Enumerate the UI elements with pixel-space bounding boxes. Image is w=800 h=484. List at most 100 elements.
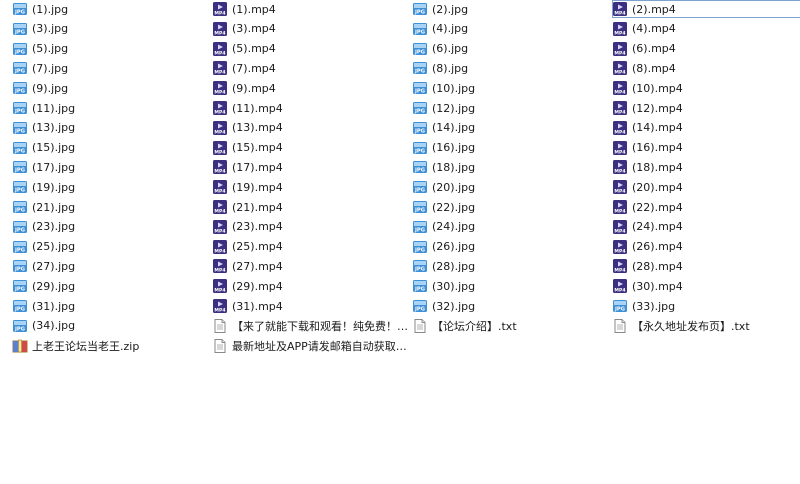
file-item-mp4[interactable]: MP4 (26).mp4: [612, 238, 800, 256]
file-item-mp4[interactable]: MP4 (2).mp4: [612, 0, 800, 18]
file-item-jpg[interactable]: JPG (8).jpg: [412, 59, 608, 77]
file-item-jpg[interactable]: JPG (25).jpg: [12, 238, 208, 256]
file-item-mp4[interactable]: MP4 (17).mp4: [212, 158, 408, 176]
jpg-file-icon: JPG: [412, 298, 428, 314]
file-item-mp4[interactable]: MP4 (5).mp4: [212, 40, 408, 58]
file-item-jpg[interactable]: JPG (20).jpg: [412, 178, 608, 196]
file-item-jpg[interactable]: JPG (17).jpg: [12, 158, 208, 176]
file-item-jpg[interactable]: JPG (13).jpg: [12, 119, 208, 137]
file-item-mp4[interactable]: MP4 (29).mp4: [212, 277, 408, 295]
jpg-file-icon: JPG: [412, 239, 428, 255]
file-item-jpg[interactable]: JPG (18).jpg: [412, 158, 608, 176]
file-item-mp4[interactable]: MP4 (22).mp4: [612, 198, 800, 216]
file-item-jpg[interactable]: JPG (7).jpg: [12, 59, 208, 77]
svg-text:JPG: JPG: [414, 187, 425, 193]
file-item-mp4[interactable]: MP4 (21).mp4: [212, 198, 408, 216]
jpg-file-icon: JPG: [412, 258, 428, 274]
file-item-jpg[interactable]: JPG (31).jpg: [12, 297, 208, 315]
file-item-mp4[interactable]: MP4 (4).mp4: [612, 20, 800, 38]
file-item-mp4[interactable]: MP4 (23).mp4: [212, 218, 408, 236]
file-item-jpg[interactable]: JPG (16).jpg: [412, 139, 608, 157]
file-item-jpg[interactable]: JPG (14).jpg: [412, 119, 608, 137]
file-name: (17).mp4: [232, 160, 283, 174]
file-item-jpg[interactable]: JPG (1).jpg: [12, 0, 208, 18]
file-item-jpg[interactable]: JPG (19).jpg: [12, 178, 208, 196]
file-item-txt[interactable]: 【来了就能下载和观看！纯免费！】...: [212, 317, 408, 335]
file-item-mp4[interactable]: MP4 (24).mp4: [612, 218, 800, 236]
file-item-mp4[interactable]: MP4 (14).mp4: [612, 119, 800, 137]
file-item-mp4[interactable]: MP4 (15).mp4: [212, 139, 408, 157]
file-item-jpg[interactable]: JPG (11).jpg: [12, 99, 208, 117]
svg-text:MP4: MP4: [214, 30, 225, 36]
file-item-jpg[interactable]: JPG (28).jpg: [412, 257, 608, 275]
file-item-txt[interactable]: 【论坛介绍】.txt: [412, 317, 608, 335]
file-item-mp4[interactable]: MP4 (27).mp4: [212, 257, 408, 275]
file-item-jpg[interactable]: JPG (15).jpg: [12, 139, 208, 157]
file-item-mp4[interactable]: MP4 (31).mp4: [212, 297, 408, 315]
file-item-jpg[interactable]: JPG (3).jpg: [12, 20, 208, 38]
file-item-mp4[interactable]: MP4 (25).mp4: [212, 238, 408, 256]
file-item-mp4[interactable]: MP4 (10).mp4: [612, 79, 800, 97]
file-item-jpg[interactable]: JPG (22).jpg: [412, 198, 608, 216]
file-item-jpg[interactable]: JPG (33).jpg: [612, 297, 800, 315]
file-name: (13).jpg: [32, 121, 76, 135]
file-item-jpg[interactable]: JPG (9).jpg: [12, 79, 208, 97]
file-item-txt[interactable]: 【永久地址发布页】.txt: [612, 317, 800, 335]
file-name: (1).mp4: [232, 2, 276, 16]
svg-text:MP4: MP4: [614, 288, 625, 294]
file-item-mp4[interactable]: MP4 (6).mp4: [612, 40, 800, 58]
file-item-jpg[interactable]: JPG (24).jpg: [412, 218, 608, 236]
file-item-mp4[interactable]: MP4 (12).mp4: [612, 99, 800, 117]
file-item-mp4[interactable]: MP4 (9).mp4: [212, 79, 408, 97]
svg-text:JPG: JPG: [14, 69, 25, 75]
file-item-mp4[interactable]: MP4 (11).mp4: [212, 99, 408, 117]
file-name: (29).mp4: [232, 279, 283, 293]
file-item-jpg[interactable]: JPG (23).jpg: [12, 218, 208, 236]
file-item-jpg[interactable]: JPG (32).jpg: [412, 297, 608, 315]
file-name: 【论坛介绍】.txt: [432, 319, 517, 333]
file-item-mp4[interactable]: MP4 (8).mp4: [612, 59, 800, 77]
file-item-mp4[interactable]: MP4 (3).mp4: [212, 20, 408, 38]
file-item-jpg[interactable]: JPG (21).jpg: [12, 198, 208, 216]
file-item-jpg[interactable]: JPG (10).jpg: [412, 79, 608, 97]
jpg-file-icon: JPG: [12, 179, 28, 195]
file-item-zip[interactable]: 上老王论坛当老王.zip: [12, 337, 208, 355]
file-item-mp4[interactable]: MP4 (7).mp4: [212, 59, 408, 77]
file-item-mp4[interactable]: MP4 (13).mp4: [212, 119, 408, 137]
file-name: (23).jpg: [32, 220, 76, 234]
file-item-jpg[interactable]: JPG (4).jpg: [412, 20, 608, 38]
svg-text:MP4: MP4: [214, 288, 225, 294]
svg-text:MP4: MP4: [214, 129, 225, 135]
file-item-mp4[interactable]: MP4 (20).mp4: [612, 178, 800, 196]
file-item-mp4[interactable]: MP4 (19).mp4: [212, 178, 408, 196]
file-name: (7).mp4: [232, 61, 276, 75]
file-item-mp4[interactable]: MP4 (28).mp4: [612, 257, 800, 275]
file-item-mp4[interactable]: MP4 (16).mp4: [612, 139, 800, 157]
jpg-file-icon: JPG: [412, 179, 428, 195]
svg-text:JPG: JPG: [14, 286, 25, 292]
mp4-video-file-icon: MP4: [212, 199, 228, 215]
text-file-icon: [212, 318, 228, 334]
svg-text:MP4: MP4: [614, 30, 625, 36]
file-item-jpg[interactable]: JPG (27).jpg: [12, 257, 208, 275]
file-item-jpg[interactable]: JPG (5).jpg: [12, 40, 208, 58]
file-item-jpg[interactable]: JPG (2).jpg: [412, 0, 608, 18]
file-name: (27).mp4: [232, 259, 283, 273]
svg-text:MP4: MP4: [214, 110, 225, 116]
file-item-jpg[interactable]: JPG (26).jpg: [412, 238, 608, 256]
file-item-jpg[interactable]: JPG (30).jpg: [412, 277, 608, 295]
file-name: (5).jpg: [32, 42, 69, 56]
file-item-mp4[interactable]: MP4 (30).mp4: [612, 277, 800, 295]
file-name: (30).jpg: [432, 279, 476, 293]
file-item-mp4[interactable]: MP4 (1).mp4: [212, 0, 408, 18]
file-item-jpg[interactable]: JPG (34).jpg: [12, 317, 208, 335]
mp4-video-file-icon: MP4: [612, 100, 628, 116]
svg-text:MP4: MP4: [614, 169, 625, 175]
file-item-mp4[interactable]: MP4 (18).mp4: [612, 158, 800, 176]
file-item-jpg[interactable]: JPG (12).jpg: [412, 99, 608, 117]
jpg-file-icon: JPG: [12, 120, 28, 136]
file-item-txt[interactable]: 最新地址及APP请发邮箱自动获取！...: [212, 337, 408, 355]
file-item-jpg[interactable]: JPG (6).jpg: [412, 40, 608, 58]
file-item-jpg[interactable]: JPG (29).jpg: [12, 277, 208, 295]
file-name: (29).jpg: [32, 279, 76, 293]
